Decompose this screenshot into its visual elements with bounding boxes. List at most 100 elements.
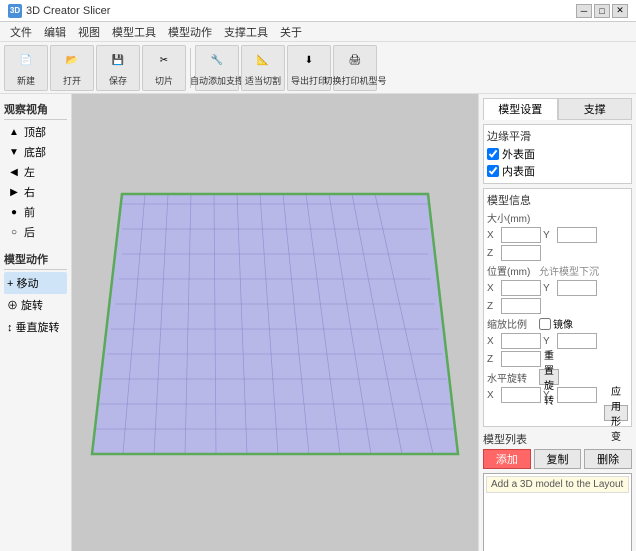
action-vertical-rotate-label: ↕ 垂直旋转 [7,319,60,335]
view-bottom[interactable]: ▼ 底部 [4,142,67,162]
menu-model-tools[interactable]: 模型工具 [106,22,162,41]
view-front[interactable]: ● 前 [4,202,67,222]
inner-surface-row: 内表面 [487,163,628,179]
menu-support-tools[interactable]: 支撑工具 [218,22,274,41]
cut-button[interactable]: 📐 适当切割 [241,45,285,91]
slice-label: 切片 [155,74,173,87]
outer-surface-checkbox[interactable] [487,148,499,160]
auto-support-button[interactable]: 🔧 自动添加支撑 [195,45,239,91]
view-right[interactable]: ▶ 右 [4,182,67,202]
slice-icon: ✂ [152,48,176,72]
scale-z-input[interactable] [501,351,541,367]
position-xyz-row: X Y [487,280,628,296]
size-z-input[interactable] [501,245,541,261]
minimize-button[interactable]: ─ [576,4,592,18]
open-label: 打开 [63,74,81,87]
viewport-canvas [72,94,478,551]
tab-model-settings[interactable]: 模型设置 [483,98,558,120]
view-bottom-label: 底部 [24,144,46,160]
edge-smoothing-title: 边缘平滑 [487,128,628,144]
pos-z-label: Z [487,301,499,312]
app-title: 3D Creator Slicer [26,5,110,17]
size-x-input[interactable] [501,227,541,243]
size-row: 大小(mm) [487,210,628,225]
main-area: 观察视角 ▲ 顶部 ▼ 底部 ◀ 左 ▶ 右 ● 前 ○ 后 模型动作 + 移动 [0,94,636,551]
apply-deform-button[interactable]: 应用形变 [604,405,628,421]
action-move-label: + 移动 [7,275,38,291]
scale-x-input[interactable] [501,333,541,349]
toolbar: 📄 新建 📂 打开 💾 保存 ✂ 切片 🔧 自动添加支撑 📐 适当切割 ⬇ 导出… [0,42,636,94]
close-button[interactable]: ✕ [612,4,628,18]
model-list-section: 模型列表 添加 复制 删除 Add a 3D model to the Layo… [483,431,632,551]
view-front-label: 前 [24,204,35,220]
pos-x-input[interactable] [501,280,541,296]
cut-icon: 📐 [251,48,275,72]
size-y-input[interactable] [557,227,597,243]
pos-z-input[interactable] [501,298,541,314]
model-info-title: 模型信息 [487,192,628,208]
size-label: 大小(mm) [487,210,537,225]
view-back-icon: ○ [7,225,21,239]
h-rotate-row: 水平旋转 重置旋转 [487,369,628,385]
switch-printer-button[interactable]: 🖨 切换打印机型号 [333,45,377,91]
save-label: 保存 [109,74,127,87]
menu-view[interactable]: 视图 [72,22,106,41]
new-label: 新建 [17,74,35,87]
action-vertical-rotate[interactable]: ↕ 垂直旋转 [4,316,67,338]
new-button[interactable]: 📄 新建 [4,45,48,91]
outer-surface-row: 外表面 [487,146,628,162]
action-move[interactable]: + 移动 [4,272,67,294]
size-xyz-row: X Y [487,227,628,243]
scale-z-label: Z [487,354,499,365]
title-bar: 3D 3D Creator Slicer ─ □ ✕ [0,0,636,22]
save-button[interactable]: 💾 保存 [96,45,140,91]
left-panel: 观察视角 ▲ 顶部 ▼ 底部 ◀ 左 ▶ 右 ● 前 ○ 后 模型动作 + 移动 [0,94,72,551]
new-icon: 📄 [14,48,38,72]
scale-z-row: Z [487,351,628,367]
position-label: 位置(mm) [487,263,537,278]
tab-support[interactable]: 支撑 [558,98,633,120]
rot-x-input[interactable] [501,387,541,403]
open-button[interactable]: 📂 打开 [50,45,94,91]
model-info-group: 模型信息 大小(mm) X Y Z 位置(mm) 允许模型下沉 [483,188,632,427]
menu-about[interactable]: 关于 [274,22,308,41]
action-rotate-label: ⊕ 旋转 [7,297,43,313]
title-bar-left: 3D 3D Creator Slicer [8,4,110,18]
delete-model-button[interactable]: 删除 [584,449,632,469]
model-list-buttons: 添加 复制 删除 [483,449,632,469]
rot-y-label: Y [543,390,555,401]
pos-y-input[interactable] [557,280,597,296]
mirror-label: 镜像 [553,316,573,331]
copy-model-button[interactable]: 复制 [534,449,582,469]
model-list-area: Add a 3D model to the Layout [483,473,632,551]
action-rotate[interactable]: ⊕ 旋转 [4,294,67,316]
view-left[interactable]: ◀ 左 [4,162,67,182]
h-rotate-xyz-row: X Y [487,387,628,403]
slice-button[interactable]: ✂ 切片 [142,45,186,91]
view-left-icon: ◀ [7,165,21,179]
window-controls: ─ □ ✕ [576,4,628,18]
reset-rotate-button[interactable]: 重置旋转 [539,369,559,385]
menu-edit[interactable]: 编辑 [38,22,72,41]
add-model-button[interactable]: 添加 [483,449,531,469]
scale-y-input[interactable] [557,333,597,349]
inner-surface-checkbox[interactable] [487,165,499,177]
view-top[interactable]: ▲ 顶部 [4,122,67,142]
model-list-tooltip: Add a 3D model to the Layout [486,476,629,493]
lock-scale-checkbox[interactable] [539,318,551,330]
view-front-icon: ● [7,205,21,219]
maximize-button[interactable]: □ [594,4,610,18]
position-hint: 允许模型下沉 [539,263,599,278]
view-back[interactable]: ○ 后 [4,222,67,242]
menu-bar: 文件 编辑 视图 模型工具 模型动作 支撑工具 关于 [0,22,636,42]
model-list-title: 模型列表 [483,431,632,447]
viewport[interactable] [72,94,478,551]
right-panel: 模型设置 支撑 边缘平滑 外表面 内表面 模型信息 大小(mm) [478,94,636,551]
menu-file[interactable]: 文件 [4,22,38,41]
rot-y-input[interactable] [557,387,597,403]
switch-printer-label: 切换打印机型号 [324,74,387,87]
export-label: 导出打印 [291,74,327,87]
action-section-title: 模型动作 [4,248,67,270]
menu-model-actions[interactable]: 模型动作 [162,22,218,41]
position-row: 位置(mm) 允许模型下沉 [487,263,628,278]
